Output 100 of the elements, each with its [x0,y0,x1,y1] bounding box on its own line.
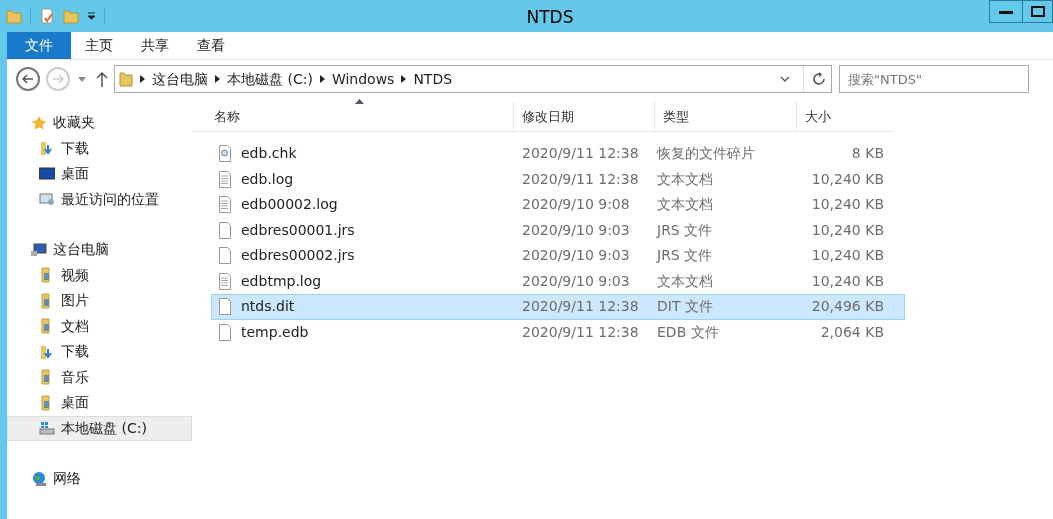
folder-download-icon [39,140,55,157]
file-row[interactable]: edb.log 2020/9/11 12:38 文本文档 10,240 KB [211,166,905,192]
history-caret-icon[interactable] [78,76,86,82]
file-type: 文本文档 [656,195,714,215]
nav-item[interactable]: 最近访问的位置 [7,186,192,212]
file-row[interactable]: edbres00001.jrs 2020/9/10 9:03 JRS 文件 10,240 KB [211,217,905,243]
nav-item[interactable]: 视频 [7,262,192,288]
computer-icon [31,241,47,258]
file-size: 10,240 KB [810,195,884,215]
file-row[interactable]: edb.chk 2020/9/11 12:38 恢复的文件碎片 8 KB [211,141,905,167]
ribbon-tab[interactable]: 文件 [7,32,71,59]
file-magnifier-icon [218,145,232,163]
file-type: EDB 文件 [656,322,720,342]
up-arrow-icon[interactable] [96,71,108,87]
nav-item[interactable]: 这台电脑 [7,237,192,263]
breadcrumb-item[interactable]: NTDS [413,68,453,90]
properties-icon[interactable] [39,8,55,24]
refresh-icon[interactable] [811,71,827,87]
file-name: edb.chk [241,144,297,164]
ribbon-tab[interactable]: 主页 [71,32,127,59]
folder-download-icon [39,343,55,360]
column-header[interactable]: 类型 [655,102,797,131]
file-name: edb.log [241,169,294,189]
maximize-icon [1030,6,1045,17]
back-button[interactable] [16,67,40,91]
file-type: JRS 文件 [655,220,714,240]
search-field[interactable]: 搜索"NTDS" [839,65,1029,93]
text-file-icon [218,272,232,290]
file-type: JRS 文件 [655,246,714,266]
file-date: 2020/9/11 12:38 [521,169,640,189]
breadcrumb-item[interactable]: 这台电脑 [152,68,208,90]
back-arrow-icon [22,74,34,84]
column-header[interactable]: 修改日期 [514,102,655,131]
text-file-icon [218,196,232,214]
breadcrumb-item[interactable]: Windows [331,68,395,90]
minimize-button[interactable] [989,0,1023,23]
drive-icon [39,420,55,437]
globe-icon [31,470,47,487]
maximize-button[interactable] [1023,0,1053,23]
file-row[interactable]: edb00002.log 2020/9/10 9:08 文本文档 10,240 KB [211,192,905,218]
file-icon [218,247,232,265]
text-file-icon [218,170,232,188]
chevron-right-icon[interactable] [215,75,220,83]
address-bar[interactable]: 这台电脑 本地磁盘 (C:) Windows NTDS [114,65,832,93]
file-row[interactable]: edbres00002.jrs 2020/9/10 9:03 JRS 文件 10,240 KB [211,243,905,269]
nav-item[interactable]: 图片 [7,288,192,314]
folder-icon [119,71,133,87]
file-date: 2020/9/10 9:03 [521,220,631,240]
nav-item[interactable]: 本地磁盘 (C:) [7,415,192,441]
nav-item[interactable]: 收藏夹 [7,110,192,136]
file-date: 2020/9/11 12:38 [521,297,640,317]
minimize-icon [999,9,1013,14]
file-row[interactable]: ntds.dit 2020/9/11 12:38 DIT 文件 20,496 KB [211,294,905,320]
file-size: 10,240 KB [810,246,884,266]
nav-item[interactable]: 下载 [7,339,192,365]
file-type: 文本文档 [656,169,714,189]
file-icon [218,323,232,341]
file-date: 2020/9/11 12:38 [521,322,640,342]
file-name: edbres00001.jrs [241,220,355,240]
file-size: 10,240 KB [810,271,884,291]
file-type: 恢复的文件碎片 [655,144,756,164]
file-size: 20,496 KB [810,297,884,317]
forward-arrow-icon [52,74,64,84]
file-name: temp.edb [241,322,309,342]
nav-item[interactable]: 文档 [7,313,192,339]
chevron-right-icon[interactable] [140,75,145,83]
file-name: edbres00002.jrs [241,246,355,266]
file-icon [218,298,232,316]
dropdown-icon[interactable] [87,12,96,20]
file-row[interactable]: edbtmp.log 2020/9/10 9:03 文本文档 10,240 KB [211,268,905,294]
breadcrumb-item[interactable]: 本地磁盘 (C:) [227,68,313,90]
nav-item[interactable]: 下载 [7,135,192,161]
file-date: 2020/9/11 12:38 [521,144,640,164]
file-icon [218,221,232,239]
nav-item[interactable]: 音乐 [7,364,192,390]
star-icon [31,114,47,131]
file-type: DIT 文件 [656,297,714,317]
file-size: 8 KB [850,144,884,164]
chevron-right-icon[interactable] [401,75,407,83]
file-type: 文本文档 [656,271,714,291]
ribbon-tab[interactable]: 共享 [127,32,183,59]
file-date: 2020/9/10 9:08 [521,195,631,215]
file-name: edbtmp.log [241,271,322,291]
recent-places-icon [39,191,55,208]
chevron-right-icon[interactable] [319,75,325,83]
file-date: 2020/9/10 9:03 [521,271,631,291]
column-header[interactable]: 大小 [797,102,892,131]
window-title: NTDS [525,6,575,29]
file-size: 2,064 KB [819,322,884,342]
file-name: ntds.dit [241,297,295,317]
chevron-down-icon[interactable] [780,76,790,82]
file-row[interactable]: temp.edb 2020/9/11 12:38 EDB 文件 2,064 KB [211,319,905,345]
file-size: 10,240 KB [810,220,884,240]
file-size: 10,240 KB [810,169,884,189]
nav-item[interactable]: 网络 [7,466,192,492]
monitor-icon [39,165,55,182]
file-name: edb00002.log [241,195,338,215]
nav-item[interactable]: 桌面 [7,161,192,187]
nav-item[interactable]: 桌面 [7,390,192,416]
ribbon-tab[interactable]: 查看 [183,32,239,59]
